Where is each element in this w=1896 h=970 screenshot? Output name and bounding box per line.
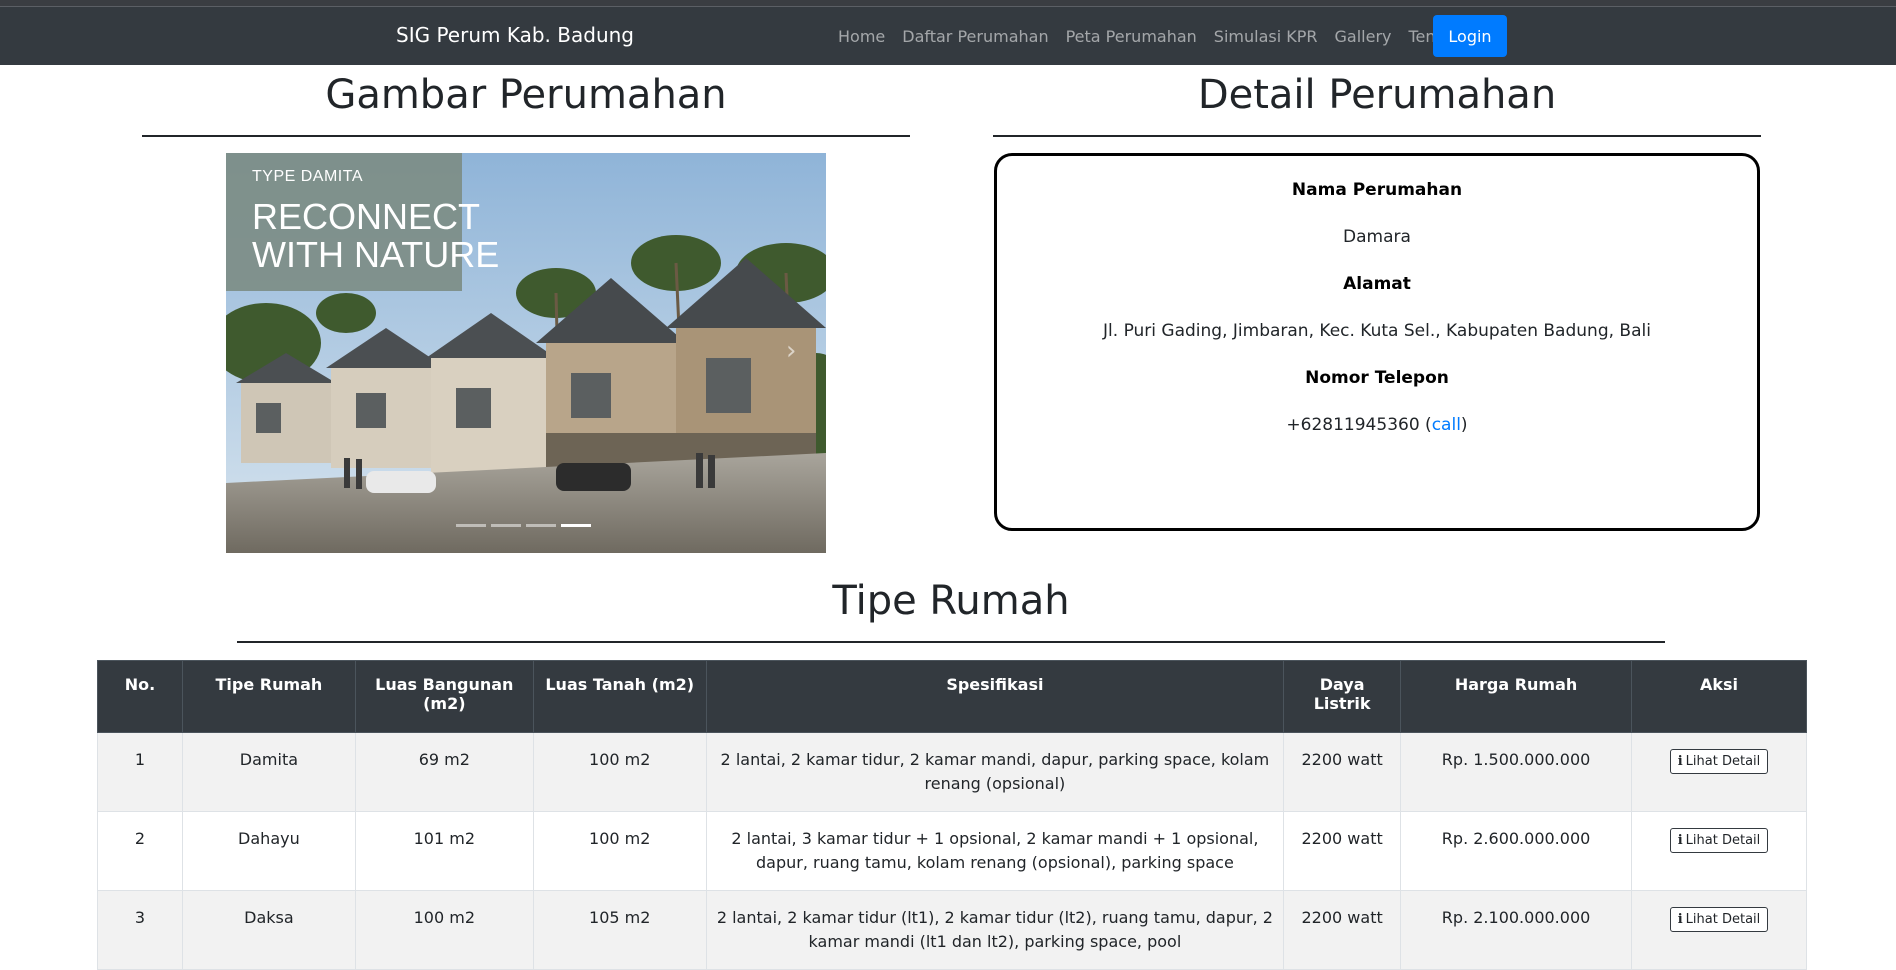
cell-building: 101 m2	[354, 811, 534, 891]
nav-link-peta-perumahan[interactable]: Peta Perumahan	[1066, 27, 1197, 46]
nav-link-simulasi-kpr[interactable]: Simulasi KPR	[1214, 27, 1318, 46]
table-row: 2 Dahayu 101 m2 100 m2 2 lantai, 3 kamar…	[97, 811, 1807, 891]
info-icon: i	[1677, 912, 1683, 927]
col-spesifikasi: Spesifikasi	[705, 660, 1285, 733]
carousel-indicators	[456, 524, 596, 527]
lihat-detail-button[interactable]: i Lihat Detail	[1669, 749, 1769, 774]
table-row: 1 Damita 69 m2 100 m2 2 lantai, 2 kamar …	[97, 732, 1807, 812]
cell-power: 2200 watt	[1283, 890, 1402, 970]
cell-spec: 2 lantai, 3 kamar tidur + 1 opsional, 2 …	[705, 811, 1285, 891]
cell-land: 100 m2	[532, 811, 707, 891]
col-harga-rumah: Harga Rumah	[1400, 660, 1632, 733]
types-title: Tipe Rumah	[832, 578, 1070, 624]
cell-type: Daksa	[181, 890, 356, 970]
cell-action: i Lihat Detail	[1631, 732, 1807, 812]
name-value: Damara	[1343, 227, 1411, 247]
gallery-title: Gambar Perumahan	[325, 72, 727, 118]
cell-power: 2200 watt	[1283, 732, 1402, 812]
carousel-indicator[interactable]	[526, 524, 556, 527]
navbar-brand[interactable]: SIG Perum Kab. Badung	[396, 23, 634, 47]
cell-type: Damita	[181, 732, 356, 812]
carousel-next-icon[interactable]: ›	[786, 336, 796, 366]
cell-land: 100 m2	[532, 732, 707, 812]
cell-spec: 2 lantai, 2 kamar tidur (lt1), 2 kamar t…	[705, 890, 1285, 970]
cell-price: Rp. 2.100.000.000	[1400, 890, 1632, 970]
login-button[interactable]: Login	[1433, 15, 1507, 57]
info-icon: i	[1677, 833, 1683, 848]
window-top-strip	[0, 0, 1896, 7]
address-value: Jl. Puri Gading, Jimbaran, Kec. Kuta Sel…	[1103, 321, 1651, 341]
carousel-indicator[interactable]	[456, 524, 486, 527]
col-aksi: Aksi	[1631, 660, 1807, 733]
cell-no: 2	[97, 811, 183, 891]
caption-line1: RECONNECT	[252, 196, 480, 237]
col-tipe-rumah: Tipe Rumah	[181, 660, 356, 733]
carousel-indicator-active[interactable]	[561, 524, 591, 527]
lihat-detail-button[interactable]: i Lihat Detail	[1669, 907, 1769, 932]
table-header-row: No. Tipe Rumah Luas Bangunan (m2) Luas T…	[97, 660, 1807, 733]
call-link[interactable]: call	[1432, 415, 1461, 435]
lihat-detail-button[interactable]: i Lihat Detail	[1669, 828, 1769, 853]
house-types-table: No. Tipe Rumah Luas Bangunan (m2) Luas T…	[97, 660, 1807, 970]
nav-link-gallery[interactable]: Gallery	[1335, 27, 1392, 46]
phone-line: +62811945360 (call)	[1286, 415, 1468, 435]
navbar: SIG Perum Kab. Badung Home Daftar Peruma…	[0, 7, 1896, 65]
nav-link-daftar-perumahan[interactable]: Daftar Perumahan	[902, 27, 1048, 46]
cell-spec: 2 lantai, 2 kamar tidur, 2 kamar mandi, …	[705, 732, 1285, 812]
cell-no: 1	[97, 732, 183, 812]
cell-building: 100 m2	[354, 890, 534, 970]
lihat-detail-label: Lihat Detail	[1685, 912, 1761, 927]
house-image-carousel[interactable]: TYPE DAMITA RECONNECT WITH NATURE	[226, 153, 826, 553]
phone-label: Nomor Telepon	[1305, 368, 1449, 388]
cell-building: 69 m2	[354, 732, 534, 812]
table-row: 3 Daksa 100 m2 105 m2 2 lantai, 2 kamar …	[97, 890, 1807, 970]
col-daya-listrik: Daya Listrik	[1283, 660, 1402, 733]
cell-land: 105 m2	[532, 890, 707, 970]
cell-action: i Lihat Detail	[1631, 811, 1807, 891]
caption-line2: WITH NATURE	[252, 234, 499, 275]
info-icon: i	[1677, 754, 1683, 769]
lihat-detail-label: Lihat Detail	[1685, 754, 1761, 769]
col-luas-bangunan: Luas Bangunan (m2)	[354, 660, 534, 733]
cell-no: 3	[97, 890, 183, 970]
carousel-indicator[interactable]	[491, 524, 521, 527]
address-label: Alamat	[1343, 274, 1411, 294]
cell-power: 2200 watt	[1283, 811, 1402, 891]
house-image: TYPE DAMITA RECONNECT WITH NATURE	[226, 153, 826, 553]
cell-type: Dahayu	[181, 811, 356, 891]
cell-price: Rp. 2.600.000.000	[1400, 811, 1632, 891]
caption-small: TYPE DAMITA	[252, 168, 363, 185]
col-luas-tanah: Luas Tanah (m2)	[532, 660, 707, 733]
col-no: No.	[97, 660, 183, 733]
cell-price: Rp. 1.500.000.000	[1400, 732, 1632, 812]
cell-action: i Lihat Detail	[1631, 890, 1807, 970]
name-label: Nama Perumahan	[1291, 180, 1463, 200]
detail-title: Detail Perumahan	[1197, 72, 1557, 118]
detail-title-rule	[993, 135, 1761, 137]
types-title-rule	[237, 641, 1665, 643]
nav-links: Home Daftar Perumahan Peta Perumahan Sim…	[838, 7, 1489, 65]
nav-link-home[interactable]: Home	[838, 27, 885, 46]
lihat-detail-label: Lihat Detail	[1685, 833, 1761, 848]
phone-value: +62811945360	[1286, 415, 1420, 435]
detail-card: Nama Perumahan Damara Alamat Jl. Puri Ga…	[994, 153, 1760, 531]
gallery-title-rule	[142, 135, 910, 137]
